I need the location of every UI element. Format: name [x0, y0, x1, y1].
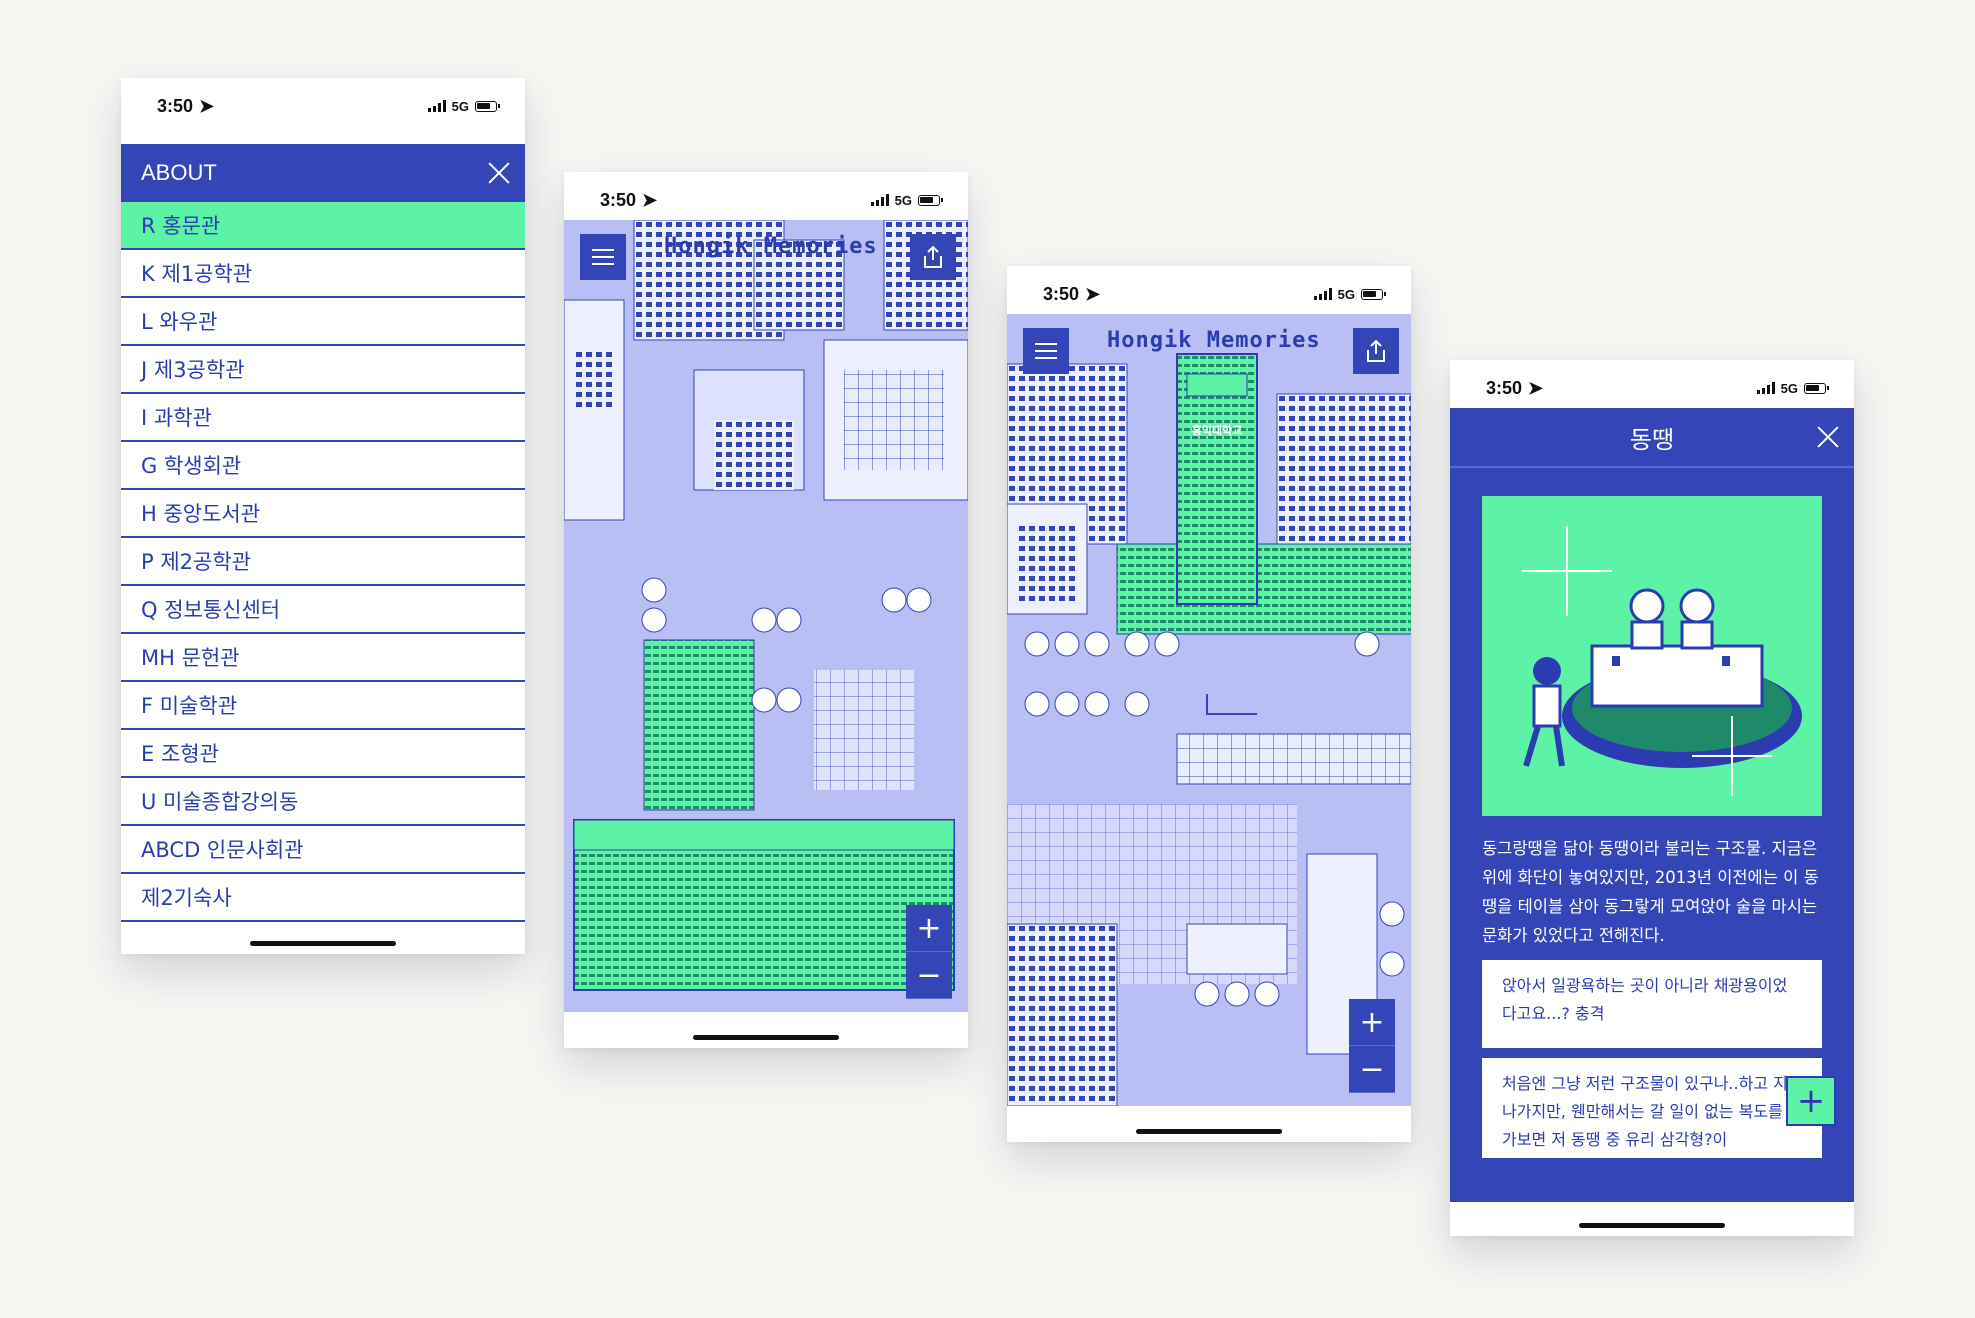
- menu-header: ABOUT: [121, 144, 525, 202]
- signal-icon: [870, 194, 889, 206]
- signal-icon: [1756, 382, 1775, 394]
- battery-icon: [1361, 288, 1386, 300]
- detail-panel: 동땡 동그랑땡을 닮아 동땡이라 불리는 구조물. 지금은 위에 화단이 놓여있…: [1450, 408, 1854, 1202]
- menu-item[interactable]: Q 정보통신센터: [121, 586, 525, 634]
- share-icon: [924, 245, 942, 268]
- status-time: 3:50: [1043, 283, 1080, 304]
- phone-map-screen-2: 3:50 ➤ 5G Hongik Memories 홍익대학교 + −: [1007, 266, 1411, 1142]
- detail-header: 동땡: [1450, 408, 1854, 468]
- network-label: 5G: [451, 98, 469, 114]
- hamburger-icon: [1035, 343, 1057, 359]
- detail-title: 동땡: [1629, 425, 1675, 454]
- campus-map-illustration: [564, 220, 968, 1012]
- detail-description: 동그랑땡을 닮아 동땡이라 불리는 구조물. 지금은 위에 화단이 놓여있지만,…: [1482, 839, 1819, 945]
- add-comment-button[interactable]: +: [1786, 1076, 1836, 1126]
- share-button[interactable]: [910, 234, 956, 280]
- location-arrow-icon: ➤: [642, 189, 658, 210]
- phone-menu-screen: 3:50 ➤ 5G ABOUT R 홍문관 K 제1공학관 L 와우관 J 제3공학관 I…: [121, 78, 525, 954]
- menu-item[interactable]: P 제2공학관: [121, 538, 525, 586]
- network-label: 5G: [1780, 380, 1798, 396]
- menu-item[interactable]: 제2기숙사: [121, 874, 525, 922]
- campus-map[interactable]: Hongik Memories 홍익대학교 + −: [1007, 314, 1411, 1106]
- share-button[interactable]: [1353, 328, 1399, 374]
- dongttaeng-illustration: [1522, 526, 1802, 796]
- menu-item[interactable]: J 제3공학관: [121, 346, 525, 394]
- building-sign: 홍익대학교: [1191, 424, 1243, 437]
- menu-item[interactable]: K 제1공학관: [121, 250, 525, 298]
- app-title: Hongik Memories: [664, 234, 878, 259]
- menu-title: ABOUT: [141, 160, 217, 185]
- network-label: 5G: [1337, 286, 1355, 302]
- menu-item[interactable]: ABCD 인문사회관: [121, 826, 525, 874]
- status-bar: 3:50 ➤ 5G: [121, 78, 525, 134]
- battery-icon: [918, 194, 943, 206]
- status-time: 3:50: [1486, 377, 1523, 398]
- comment-text: 처음엔 그냥 저런 구조물이 있구나..하고 지나가지만, 웬만해서는 갈 일이…: [1502, 1074, 1788, 1149]
- menu-item[interactable]: R 홍문관: [121, 202, 525, 250]
- building-list: R 홍문관 K 제1공학관 L 와우관 J 제3공학관 I 과학관 G 학생회관 H 중앙도…: [121, 202, 525, 922]
- hamburger-icon: [592, 249, 614, 265]
- app-title: Hongik Memories: [1107, 328, 1321, 353]
- menu-button[interactable]: [1023, 328, 1069, 374]
- location-arrow-icon: ➤: [199, 95, 215, 116]
- menu-button[interactable]: [580, 234, 626, 280]
- menu-item[interactable]: G 학생회관: [121, 442, 525, 490]
- zoom-out-button[interactable]: −: [906, 952, 952, 999]
- campus-map[interactable]: Hongik Memories + −: [564, 220, 968, 1012]
- menu-item[interactable]: H 중앙도서관: [121, 490, 525, 538]
- menu-item[interactable]: F 미술학관: [121, 682, 525, 730]
- zoom-controls: + −: [1349, 999, 1395, 1093]
- comment-card: 처음엔 그냥 저런 구조물이 있구나..하고 지나가지만, 웬만해서는 갈 일이…: [1482, 1058, 1822, 1158]
- menu-item[interactable]: L 와우관: [121, 298, 525, 346]
- phone-detail-screen: 3:50 ➤ 5G 동땡 동그랑땡을 닮아 동땡이라 불리는 구조물. 지금은 …: [1450, 360, 1854, 1236]
- close-icon[interactable]: [1812, 421, 1844, 453]
- battery-icon: [475, 100, 500, 112]
- zoom-in-button[interactable]: +: [906, 905, 952, 952]
- phone-map-screen-1: 3:50 ➤ 5G Hongik Memories + −: [564, 172, 968, 1048]
- zoom-controls: + −: [906, 905, 952, 999]
- location-arrow-icon: ➤: [1528, 377, 1544, 398]
- menu-item[interactable]: I 과학관: [121, 394, 525, 442]
- comment-card: 앉아서 일광욕하는 곳이 아니라 채광용이었다고요...? 충격: [1482, 960, 1822, 1048]
- menu-item[interactable]: E 조형관: [121, 730, 525, 778]
- signal-icon: [427, 100, 446, 112]
- home-indicator: [1136, 1129, 1282, 1134]
- battery-icon: [1804, 382, 1829, 394]
- close-icon[interactable]: [483, 157, 515, 189]
- status-time: 3:50: [157, 95, 194, 116]
- status-time: 3:50: [600, 189, 637, 210]
- comment-text: 앉아서 일광욕하는 곳이 아니라 채광용이었다고요...? 충격: [1502, 976, 1788, 1023]
- zoom-out-button[interactable]: −: [1349, 1046, 1395, 1093]
- signal-icon: [1313, 288, 1332, 300]
- zoom-in-button[interactable]: +: [1349, 999, 1395, 1046]
- location-arrow-icon: ➤: [1085, 283, 1101, 304]
- share-icon: [1367, 339, 1385, 362]
- detail-illustration: [1482, 496, 1822, 816]
- plus-icon: +: [1796, 1081, 1826, 1121]
- network-label: 5G: [894, 192, 912, 208]
- menu-item[interactable]: U 미술종합강의동: [121, 778, 525, 826]
- home-indicator: [693, 1035, 839, 1040]
- menu-item[interactable]: MH 문헌관: [121, 634, 525, 682]
- home-indicator: [1579, 1223, 1725, 1228]
- home-indicator: [250, 941, 396, 946]
